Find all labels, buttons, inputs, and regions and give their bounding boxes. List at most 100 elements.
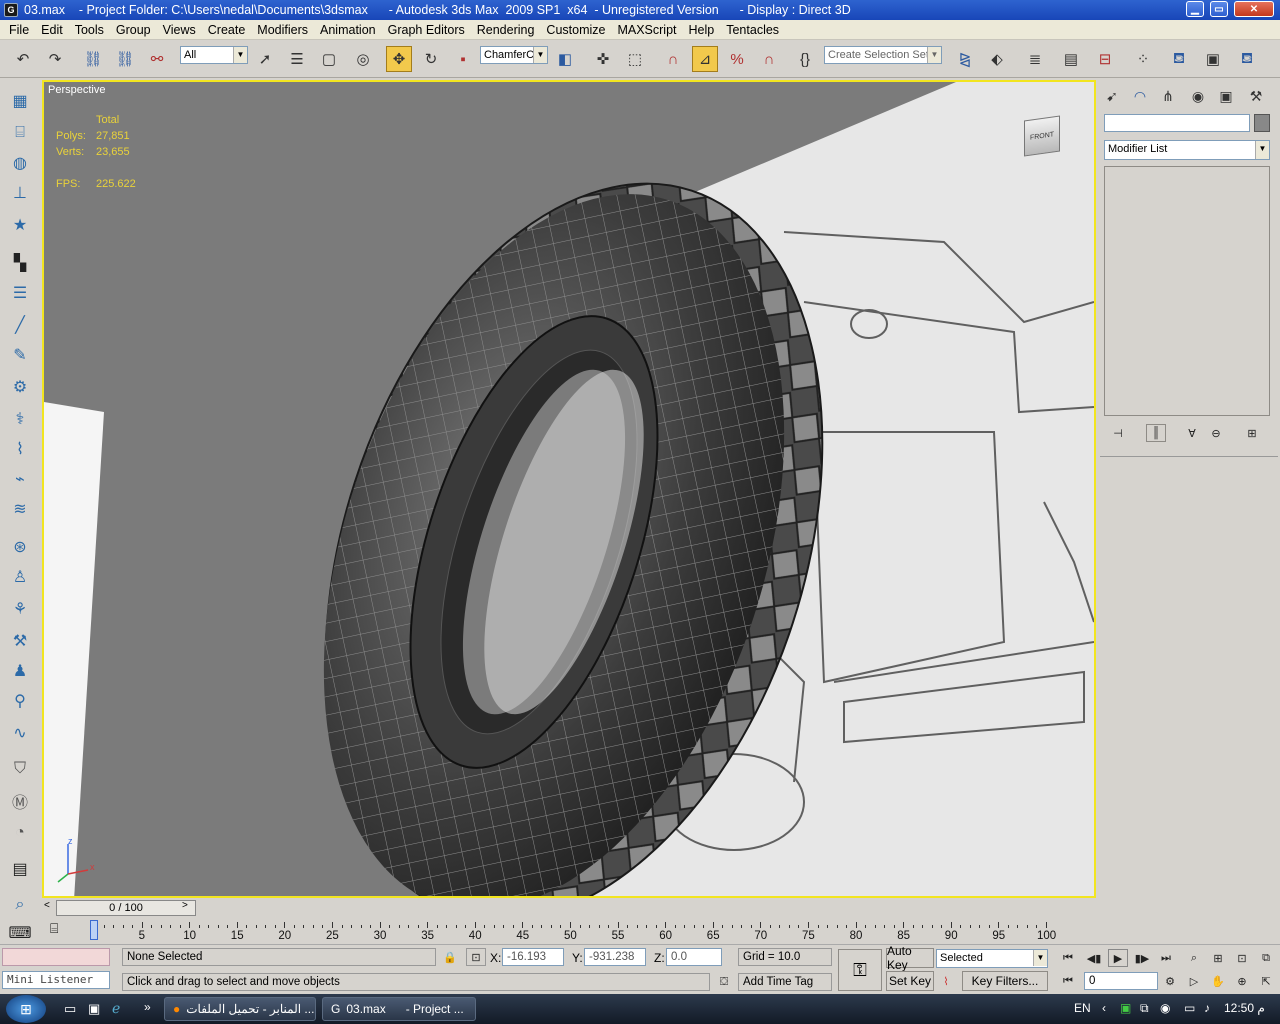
z-coordinate-field[interactable]: 0.0 <box>666 948 722 966</box>
find-icon[interactable]: ⌕ <box>7 892 33 918</box>
window-crossing-icon[interactable]: ◎ <box>350 46 376 72</box>
select-and-rotate-icon[interactable]: ↻ <box>418 46 444 72</box>
maxscript-listener-field[interactable] <box>2 948 110 966</box>
select-by-name-icon[interactable]: ☰ <box>284 46 310 72</box>
modifier-list-dropdown[interactable]: Modifier List ▼ <box>1104 140 1270 160</box>
perspective-viewport[interactable]: Perspective Total Polys: 27,851 Verts: 2… <box>42 80 1096 898</box>
menu-tools[interactable]: Tools <box>69 23 110 37</box>
configure-modifier-sets-icon[interactable]: ⊞ <box>1242 424 1262 442</box>
internet-explorer-icon[interactable]: ℯ <box>112 1000 120 1017</box>
set-key-icon[interactable]: ⚿ <box>838 949 882 991</box>
prev-frame-arrow-icon[interactable]: < <box>44 900 56 916</box>
next-frame-arrow-icon[interactable]: > <box>182 900 194 916</box>
show-end-result-icon[interactable]: ║ <box>1146 424 1166 442</box>
key-tangent-icon[interactable]: ⌇ <box>936 972 956 990</box>
angle-snap-icon[interactable]: ⊿ <box>692 46 718 72</box>
material-editor-icon[interactable]: ⁘ <box>1130 46 1156 72</box>
render-setup-icon[interactable]: ⛾ <box>1166 46 1192 72</box>
chamfer-dropdown[interactable]: ChamferC ▼ <box>480 46 548 64</box>
close-button[interactable]: ✕ <box>1234 1 1274 17</box>
show-desktop-icon[interactable]: ▭ <box>64 1001 76 1017</box>
utilities-tab-icon[interactable]: ⚒ <box>1244 84 1268 108</box>
twist-modifier-icon[interactable]: ⌁ <box>7 466 33 492</box>
windows-explorer-icon[interactable]: ▣ <box>88 1001 100 1017</box>
menu-tentacles[interactable]: Tentacles <box>720 23 785 37</box>
y-coordinate-field[interactable]: -931.238 <box>584 948 646 966</box>
hierarchy-tab-icon[interactable]: ⋔ <box>1156 84 1180 108</box>
percent-snap-icon[interactable]: % <box>724 46 750 72</box>
time-slider-track[interactable] <box>42 898 1096 916</box>
object-name-field[interactable] <box>1104 114 1250 132</box>
mini-listener[interactable]: Mini Listener <box>2 971 110 989</box>
tray-display-icon[interactable]: ▭ <box>1184 1001 1195 1015</box>
tray-security-icon[interactable]: ◉ <box>1160 1001 1170 1015</box>
menu-animation[interactable]: Animation <box>314 23 382 37</box>
menu-customize[interactable]: Customize <box>540 23 611 37</box>
bind-to-space-warp-icon[interactable]: ⚯ <box>144 46 170 72</box>
wave-modifier-icon[interactable]: ≋ <box>7 496 33 522</box>
display-tab-icon[interactable]: ▣ <box>1214 84 1238 108</box>
rectangular-selection-icon[interactable]: ▢ <box>316 46 342 72</box>
tray-network-icon[interactable]: ⧉ <box>1140 1001 1149 1016</box>
previous-frame-icon[interactable]: ◀▮ <box>1084 949 1104 967</box>
viewport-label[interactable]: Perspective <box>48 84 105 96</box>
align-icon[interactable]: ⬖ <box>984 46 1010 72</box>
tray-arrow-icon[interactable]: ‹ <box>1102 1001 1106 1015</box>
select-and-scale-icon[interactable]: ▪ <box>450 46 476 72</box>
schematic-view-icon[interactable]: ⊟ <box>1092 46 1118 72</box>
create-star-icon[interactable]: ★ <box>7 212 33 238</box>
create-checker-icon[interactable]: ▚ <box>7 250 33 276</box>
make-unique-icon[interactable]: ∀ <box>1182 424 1202 442</box>
next-frame-icon[interactable]: ▮▶ <box>1132 949 1152 967</box>
hair-icon[interactable]: ⚲ <box>7 688 33 714</box>
keyboard-shortcut-override-icon[interactable]: ⬚ <box>622 46 648 72</box>
menu-edit[interactable]: Edit <box>35 23 69 37</box>
create-tab-icon[interactable]: ➹ <box>1100 84 1124 108</box>
maximize-viewport-icon[interactable]: ⇱ <box>1256 972 1276 990</box>
start-button[interactable]: ⊞ <box>6 995 46 1023</box>
zoom-icon[interactable]: ⌕ <box>1184 949 1204 967</box>
unlink-icon[interactable]: ⛓ <box>112 46 138 72</box>
create-sphere-icon[interactable]: ◍ <box>7 150 33 176</box>
add-time-tag[interactable]: Add Time Tag <box>738 973 832 991</box>
motion-tab-icon[interactable]: ◉ <box>1186 84 1210 108</box>
pin-stack-icon[interactable]: ⊣ <box>1108 424 1128 442</box>
auto-key-button[interactable]: Auto Key <box>886 944 934 972</box>
tray-app-icon[interactable]: ▣ <box>1120 1001 1131 1015</box>
taper-modifier-icon[interactable]: ⌇ <box>7 436 33 462</box>
mirror-icon[interactable]: ⧎ <box>952 46 978 72</box>
selection-filter-dropdown[interactable]: All ▼ <box>180 46 248 64</box>
mental-ray-icon[interactable]: Ⓜ <box>7 788 33 814</box>
menu-help[interactable]: Help <box>683 23 721 37</box>
create-stack-icon[interactable]: ☰ <box>7 280 33 306</box>
quick-render-icon[interactable]: ⛾ <box>1234 46 1260 72</box>
remove-modifier-icon[interactable]: ⊖ <box>1206 424 1226 442</box>
select-object-icon[interactable]: ➚ <box>252 46 278 72</box>
select-and-move-icon[interactable]: ✥ <box>386 46 412 72</box>
quick-launch-overflow-icon[interactable]: » <box>144 1000 151 1014</box>
taskbar-3dsmax[interactable]: G 03.max - Project ... <box>322 997 476 1021</box>
lathe-icon[interactable]: ⊛ <box>7 534 33 560</box>
create-box-icon[interactable]: ▦ <box>7 88 33 114</box>
object-color-swatch[interactable] <box>1254 114 1270 132</box>
minimize-button[interactable]: ▁ <box>1186 1 1204 17</box>
keyboard-icon[interactable]: ⌨ <box>7 925 33 942</box>
pan-view-icon[interactable]: ✋ <box>1208 972 1228 990</box>
redo-icon[interactable]: ↷ <box>42 46 68 72</box>
zoom-extents-all-icon[interactable]: ⧉ <box>1256 949 1276 967</box>
key-mode-toggle-icon[interactable]: ⏮ <box>1058 972 1078 990</box>
create-tape-icon[interactable]: ╱ <box>7 312 33 338</box>
modifier-gear-icon[interactable]: ⚙ <box>7 374 33 400</box>
create-plane-icon[interactable]: ⊥ <box>7 180 33 206</box>
time-configuration-icon[interactable]: ⚙ <box>1160 972 1180 990</box>
current-frame-marker[interactable] <box>90 920 98 940</box>
key-filters-button[interactable]: Key Filters... <box>962 971 1048 991</box>
render-icon[interactable]: ◔ <box>7 820 33 846</box>
layer-manager-icon[interactable]: ≣ <box>1022 46 1048 72</box>
play-icon[interactable]: ▶ <box>1108 949 1128 967</box>
select-and-link-icon[interactable]: ⛓ <box>80 46 106 72</box>
create-cylinder-icon[interactable]: ⌸ <box>7 120 33 146</box>
go-to-end-icon[interactable]: ⏭ <box>1156 949 1176 967</box>
volume-icon[interactable]: ♪ <box>1204 1001 1210 1015</box>
script-editor-icon[interactable]: ▤ <box>7 856 33 882</box>
